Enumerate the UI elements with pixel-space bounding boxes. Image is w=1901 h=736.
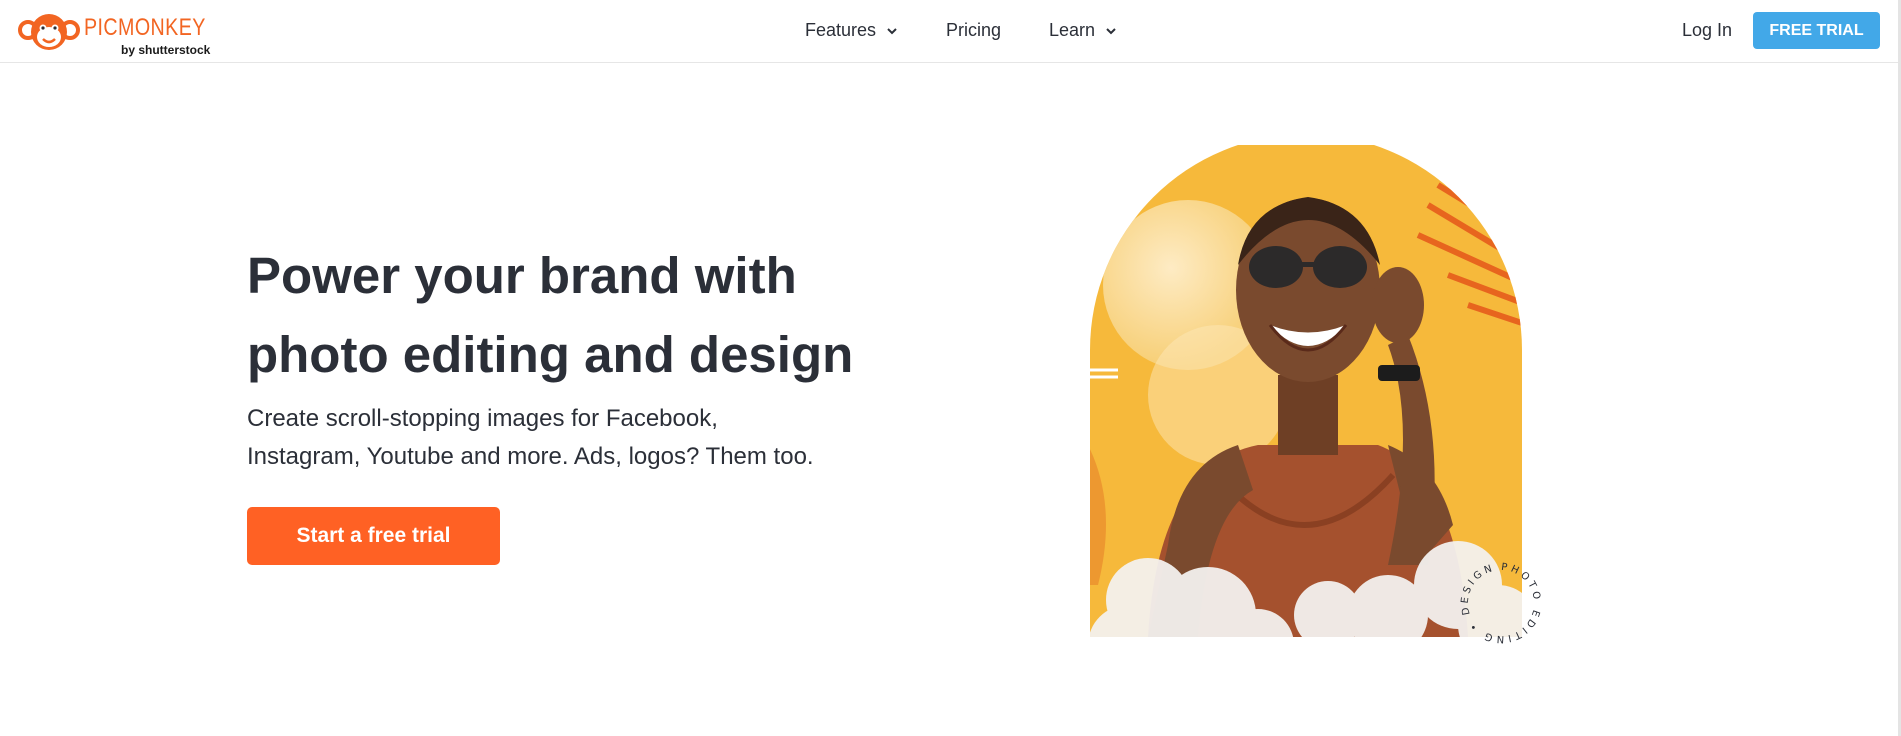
hero-image: PHOTO EDITING • DESIGN • xyxy=(1088,145,1548,665)
login-link[interactable]: Log In xyxy=(1682,20,1732,41)
logo-subtitle: by shutterstock xyxy=(121,43,211,57)
chevron-down-icon xyxy=(1106,27,1116,34)
hero-illustration: PHOTO EDITING • DESIGN • xyxy=(1090,145,1539,644)
hero-headline: Power your brand with photo editing and … xyxy=(247,236,947,394)
nav-pricing-label: Pricing xyxy=(946,20,1002,40)
start-free-trial-button[interactable]: Start a free trial xyxy=(247,507,500,565)
nav-pricing[interactable]: Pricing xyxy=(946,20,1001,41)
nav-learn[interactable]: Learn xyxy=(1049,20,1117,41)
headline-line-2: photo editing and design xyxy=(247,326,854,383)
nav-features[interactable]: Features xyxy=(805,20,898,41)
chevron-down-icon xyxy=(887,27,897,34)
nav-learn-label: Learn xyxy=(1049,20,1096,40)
monkey-logo-icon xyxy=(18,14,80,50)
site-header: PICMONKEY by shutterstock Features Prici… xyxy=(0,0,1901,63)
headline-line-1: Power your brand with xyxy=(247,247,797,304)
subtext-line-2: Instagram, Youtube and more. Ads, logos?… xyxy=(247,443,814,470)
nav-features-label: Features xyxy=(805,20,877,40)
subtext-line-1: Create scroll-stopping images for Facebo… xyxy=(247,405,718,432)
logo-wordmark: PICMONKEY xyxy=(84,14,206,41)
hero-subtext: Create scroll-stopping images for Facebo… xyxy=(247,400,867,476)
photo-editing-badge: PHOTO EDITING • DESIGN • xyxy=(1460,562,1539,644)
free-trial-button[interactable]: FREE TRIAL xyxy=(1753,12,1880,49)
picmonkey-logo[interactable]: PICMONKEY by shutterstock xyxy=(18,10,218,58)
